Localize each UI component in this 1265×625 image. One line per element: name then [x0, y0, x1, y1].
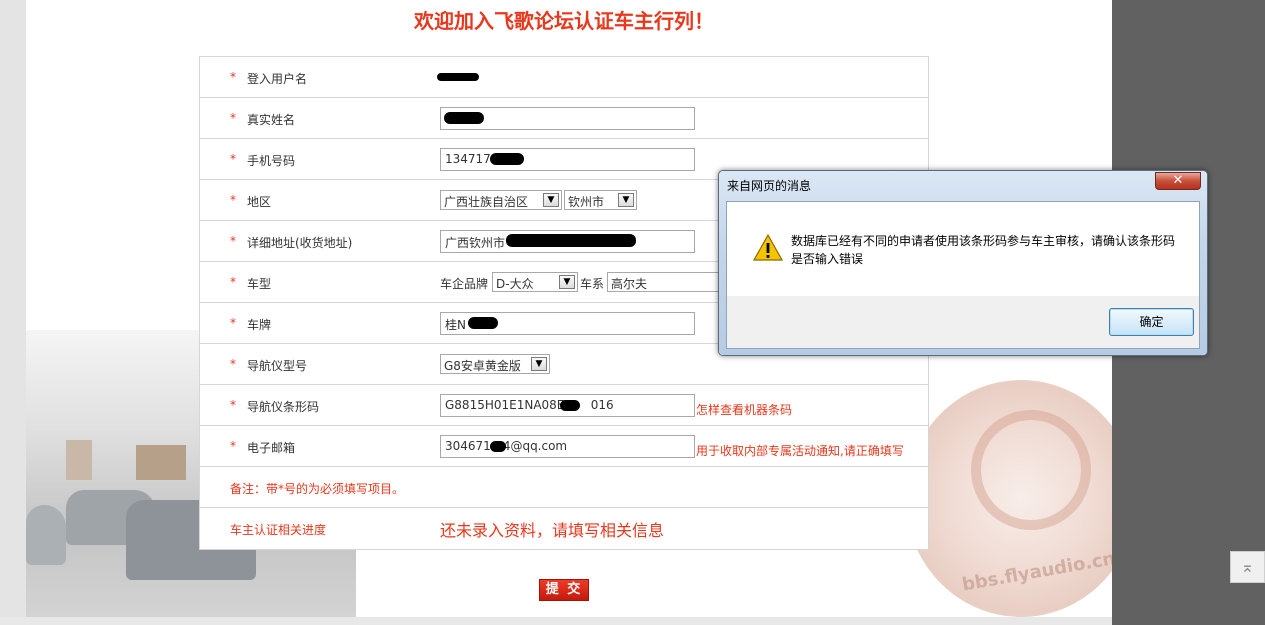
dialog-message-area: 数据库已经有不同的申请者使用该条形码参与车主审核，请确认该条形码是否输入错误: [727, 202, 1199, 296]
required-mark: *: [230, 398, 236, 412]
required-mark: *: [230, 316, 236, 330]
required-mark: *: [230, 152, 236, 166]
warning-icon: [753, 234, 783, 261]
form-row-email: * 电子邮箱 304671 4@qq.com 用于收取内部专属活动通知,请正确填写: [200, 426, 928, 467]
background-car: [26, 505, 66, 565]
form-row-note: 备注：带*号的为必须填写项目。: [200, 467, 928, 508]
dialog-close-button[interactable]: ✕: [1155, 172, 1201, 190]
dialog-message: 数据库已经有不同的申请者使用该条形码参与车主审核，请确认该条形码是否输入错误: [791, 234, 1176, 266]
required-mark: *: [230, 275, 236, 289]
form-row-nav-barcode: * 导航仪条形码 G8815H01E1NA08EC 016 怎样查看机器条码: [200, 385, 928, 426]
email-label: 电子邮箱: [247, 441, 296, 455]
scroll-top-icon[interactable]: ⌅: [1230, 551, 1265, 583]
redacted-email: [490, 441, 506, 452]
phone-label: 手机号码: [247, 154, 296, 168]
address-label: 详细地址(收货地址): [247, 236, 353, 250]
progress-label: 车主认证相关进度: [230, 523, 327, 537]
chevron-down-icon: ▼: [531, 357, 547, 371]
chevron-down-icon: ▼: [543, 193, 559, 207]
required-mark: *: [230, 357, 236, 371]
series-select[interactable]: 高尔夫: [607, 272, 719, 292]
progress-status: 还未录入资料，请填写相关信息: [440, 521, 665, 540]
barcode-help-link[interactable]: 怎样查看机器条码: [696, 401, 792, 418]
required-note: 备注：带*号的为必须填写项目。: [230, 482, 405, 496]
required-mark: *: [230, 193, 236, 207]
chevron-down-icon: ▼: [559, 275, 575, 289]
brand-label: 车企品牌: [440, 277, 489, 291]
region-label: 地区: [247, 195, 272, 209]
redacted-real-name: [444, 112, 484, 124]
real-name-label: 真实姓名: [247, 113, 296, 127]
redacted-barcode: [560, 400, 580, 411]
submit-button[interactable]: 提 交: [539, 579, 589, 601]
form-row-real-name: * 真实姓名: [200, 98, 928, 139]
province-select[interactable]: 广西壮族自治区 ▼: [440, 190, 562, 210]
flyaudio-watermark-ring: [971, 410, 1091, 530]
page-bottom-edge: [0, 617, 1112, 625]
required-mark: *: [230, 111, 236, 125]
city-select[interactable]: 钦州市 ▼: [564, 190, 637, 210]
dialog-title: 来自网页的消息: [727, 179, 812, 193]
dialog-ok-button[interactable]: 确定: [1109, 308, 1194, 336]
background-building: [136, 445, 186, 480]
required-mark: *: [230, 234, 236, 248]
dialog-body: 数据库已经有不同的申请者使用该条形码参与车主审核，请确认该条形码是否输入错误 确…: [726, 201, 1200, 349]
redacted-address: [506, 234, 636, 247]
background-building: [66, 440, 92, 480]
nav-model-select[interactable]: G8安卓黄金版 ▼: [440, 354, 550, 374]
form-row-progress: 车主认证相关进度 还未录入资料，请填写相关信息: [200, 508, 928, 549]
phone-input[interactable]: 1347172: [440, 148, 695, 171]
chevron-down-icon: ▼: [618, 193, 634, 207]
form-row-username: * 登入用户名: [200, 57, 928, 98]
redacted-phone: [490, 153, 524, 165]
username-label: 登入用户名: [247, 72, 308, 86]
nav-model-label: 导航仪型号: [247, 359, 308, 373]
email-input[interactable]: 304671 4@qq.com: [440, 435, 695, 458]
brand-select[interactable]: D-大众 ▼: [492, 272, 578, 292]
page-title: 欢迎加入飞歌论坛认证车主行列！: [414, 9, 714, 33]
redacted-username: [437, 73, 479, 81]
required-mark: *: [230, 439, 236, 453]
alert-dialog: 来自网页的消息 ✕ 数据库已经有不同的申请者使用该条形码参与车主审核，请确认该条…: [718, 170, 1208, 356]
nav-barcode-label: 导航仪条形码: [247, 400, 320, 414]
car-model-label: 车型: [247, 277, 272, 291]
series-label: 车系: [580, 277, 605, 291]
redacted-plate: [468, 317, 498, 329]
plate-label: 车牌: [247, 318, 272, 332]
required-mark: *: [230, 70, 236, 84]
email-hint: 用于收取内部专属活动通知,请正确填写: [696, 444, 904, 458]
